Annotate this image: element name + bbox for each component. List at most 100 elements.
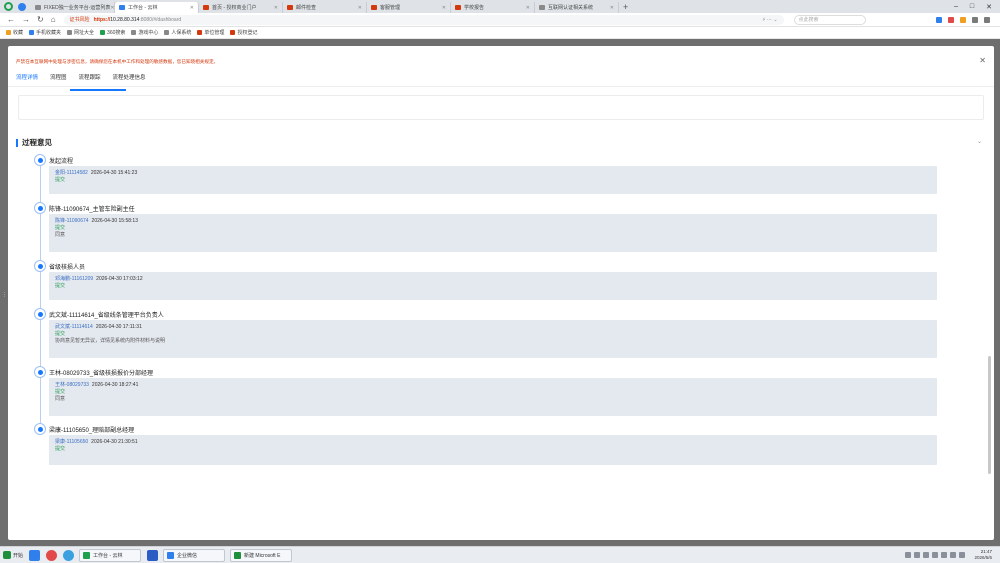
step-title: 武文斌-11114614_省级线条管理平台负责人	[49, 313, 164, 319]
previous-section-box	[18, 95, 984, 120]
menu-icon[interactable]	[972, 16, 978, 23]
star-icon	[6, 30, 11, 35]
tab-favicon-icon	[455, 5, 461, 10]
tab-favicon-icon	[119, 5, 125, 10]
word-icon[interactable]	[147, 549, 159, 561]
new-tab-icon[interactable]: +	[623, 2, 628, 12]
tray-icon[interactable]	[914, 552, 921, 558]
reload-icon[interactable]: ↻	[37, 15, 44, 24]
handled-time: 2026-04-30 17:11:31	[95, 324, 142, 330]
handled-time: 2026-04-30 18:27:41	[91, 382, 139, 388]
handler-link[interactable]: 梁康-11105650	[55, 439, 88, 445]
home-icon[interactable]: ⌂	[51, 15, 56, 24]
chrome-icon[interactable]	[46, 549, 58, 561]
tab-process-tracking[interactable]: 流程跟踪	[79, 73, 101, 81]
forward-icon[interactable]: →	[22, 15, 30, 24]
tabs-divider	[8, 86, 994, 87]
maximize-icon[interactable]: □	[970, 3, 974, 11]
bookmark-item[interactable]: 人保系统	[164, 29, 191, 36]
handler-link[interactable]: 陈锋-11090674	[55, 218, 89, 224]
tray-icon[interactable]	[905, 552, 912, 558]
active-tab-indicator	[70, 89, 126, 91]
back-icon[interactable]: ←	[7, 15, 15, 24]
handler-link[interactable]: 武文斌-11114614	[55, 324, 93, 330]
tab-favicon-icon	[539, 5, 545, 10]
close-tab-icon[interactable]: ✕	[110, 5, 114, 11]
download-icon[interactable]	[984, 16, 990, 23]
close-tab-icon[interactable]: ✕	[358, 5, 362, 11]
tab-process-handling-info[interactable]: 流程处理信息	[113, 73, 146, 81]
handler-link[interactable]: 金阳-11114582	[55, 170, 88, 176]
browser-tab[interactable]: FIXED独一业务平台-运营列表 ✕	[31, 2, 115, 13]
close-tab-icon[interactable]: ✕	[526, 5, 530, 11]
tray-icon[interactable]	[941, 552, 948, 558]
modal-tabs: 流程详情 流程图 流程跟踪 流程处理信息	[16, 73, 146, 81]
collapse-chevron-icon[interactable]: ⌄	[977, 138, 982, 145]
bookmark-item[interactable]: 游戏中心	[131, 29, 158, 36]
handler-link[interactable]: 邓海鹏-11161209	[55, 276, 93, 282]
bookmark-item[interactable]: 单位管理	[197, 29, 224, 36]
url-host: 10.28.80.314	[110, 16, 140, 23]
close-icon[interactable]: ✕	[979, 56, 986, 65]
bookmark-star-icon[interactable]: ⚡ ⋯ ⌄	[762, 17, 777, 23]
bookmark-item[interactable]: 手机收藏夹	[29, 29, 61, 36]
extension-icon[interactable]	[936, 16, 942, 23]
tab-process-detail[interactable]: 流程详情	[16, 73, 38, 81]
start-button[interactable]: 开始	[3, 551, 23, 559]
extension-icon[interactable]	[948, 16, 954, 23]
network-icon[interactable]	[950, 552, 957, 558]
bookmark-item[interactable]: 360搜索	[100, 29, 125, 36]
search-input[interactable]: 点此搜索	[793, 14, 866, 25]
close-tab-icon[interactable]: ✕	[610, 5, 614, 11]
close-tab-icon[interactable]: ✕	[442, 5, 446, 11]
handled-time: 2026-04-30 17:03:12	[96, 276, 143, 282]
volume-icon[interactable]	[959, 552, 966, 558]
comment-text: 协商意见暂无异议，详情见系统内附件材料与说明	[55, 338, 166, 344]
timeline-line	[40, 160, 41, 430]
action-label: 提交	[55, 331, 66, 337]
browser-tab[interactable]: 客服管理 ✕	[367, 2, 451, 13]
bookmark-item[interactable]: 收藏	[6, 29, 23, 36]
browser-tab[interactable]: 邮件检查 ✕	[283, 2, 367, 13]
scrollbar[interactable]	[988, 356, 991, 474]
bookmark-item[interactable]: 网址大全	[67, 29, 94, 36]
browser-icon[interactable]	[63, 549, 75, 561]
browser-tab[interactable]: 互联网认证相关系统 ✕	[535, 2, 619, 13]
timeline-dot-icon	[34, 366, 46, 378]
taskbar-task[interactable]: 企业微信	[163, 548, 226, 562]
opinion-card: 陈锋-11090674 2026-04-30 15:58:13 提交 同意	[49, 214, 937, 252]
tab-process-diagram[interactable]: 流程图	[50, 73, 67, 81]
handled-time: 2026-04-30 15:58:13	[91, 218, 138, 224]
windows-logo-icon	[3, 551, 11, 559]
browser-tab[interactable]: 学校报告 ✕	[451, 2, 535, 13]
extension-icon[interactable]	[960, 16, 966, 23]
step-title: 王林-08029733_省级核损报价分部经理	[49, 371, 154, 377]
comment-text: 同意	[55, 232, 66, 238]
bookmark-item[interactable]: 授权登记	[230, 29, 257, 36]
close-window-icon[interactable]: ✕	[986, 3, 992, 11]
url-path: :8080/#/dashboard	[139, 16, 182, 23]
minimize-icon[interactable]: –	[954, 3, 958, 11]
browser-tab-active[interactable]: 工作台 - 云林 ✕	[115, 2, 199, 13]
browser-tab-bar: FIXED独一业务平台-运营列表 ✕ 工作台 - 云林 ✕ 首页 - 授权商业门户 ✕…	[0, 0, 1000, 13]
security-warning-label[interactable]: 证书风险	[70, 16, 90, 23]
explorer-icon[interactable]	[29, 549, 41, 561]
tab-favicon-icon	[35, 5, 41, 10]
address-bar: ← → ↻ ⌂ 证书风险 https:// 10.28.80.314 :8080…	[0, 13, 1000, 27]
url-field[interactable]: 证书风险 https:// 10.28.80.314 :8080/#/dashb…	[63, 14, 784, 25]
handled-time: 2026-04-30 15:41:23	[90, 170, 138, 176]
clock[interactable]: 21:47 2026/5/6	[974, 549, 992, 561]
opinion-card: 武文斌-11114614 2026-04-30 17:11:31 提交 协商意见暂…	[49, 320, 937, 358]
tray-icon[interactable]	[932, 552, 939, 558]
close-tab-icon[interactable]: ✕	[274, 5, 278, 11]
taskbar-task[interactable]: 新建 Microsoft E	[230, 548, 293, 562]
step-title: 省级核损人员	[49, 265, 86, 271]
browser-tab[interactable]: 首页 - 授权商业门户 ✕	[199, 2, 283, 13]
step-title: 梁康-11105650_理赔部副总经理	[49, 428, 135, 434]
handler-link[interactable]: 王林-08029733	[55, 382, 89, 388]
taskbar-task[interactable]: 工作台 - 云林	[79, 548, 142, 562]
opinion-card: 邓海鹏-11161209 2026-04-30 17:03:12 提交	[49, 272, 937, 300]
tray-icon[interactable]	[923, 552, 930, 558]
close-tab-icon[interactable]: ✕	[190, 5, 194, 11]
shield-icon[interactable]	[18, 2, 26, 11]
